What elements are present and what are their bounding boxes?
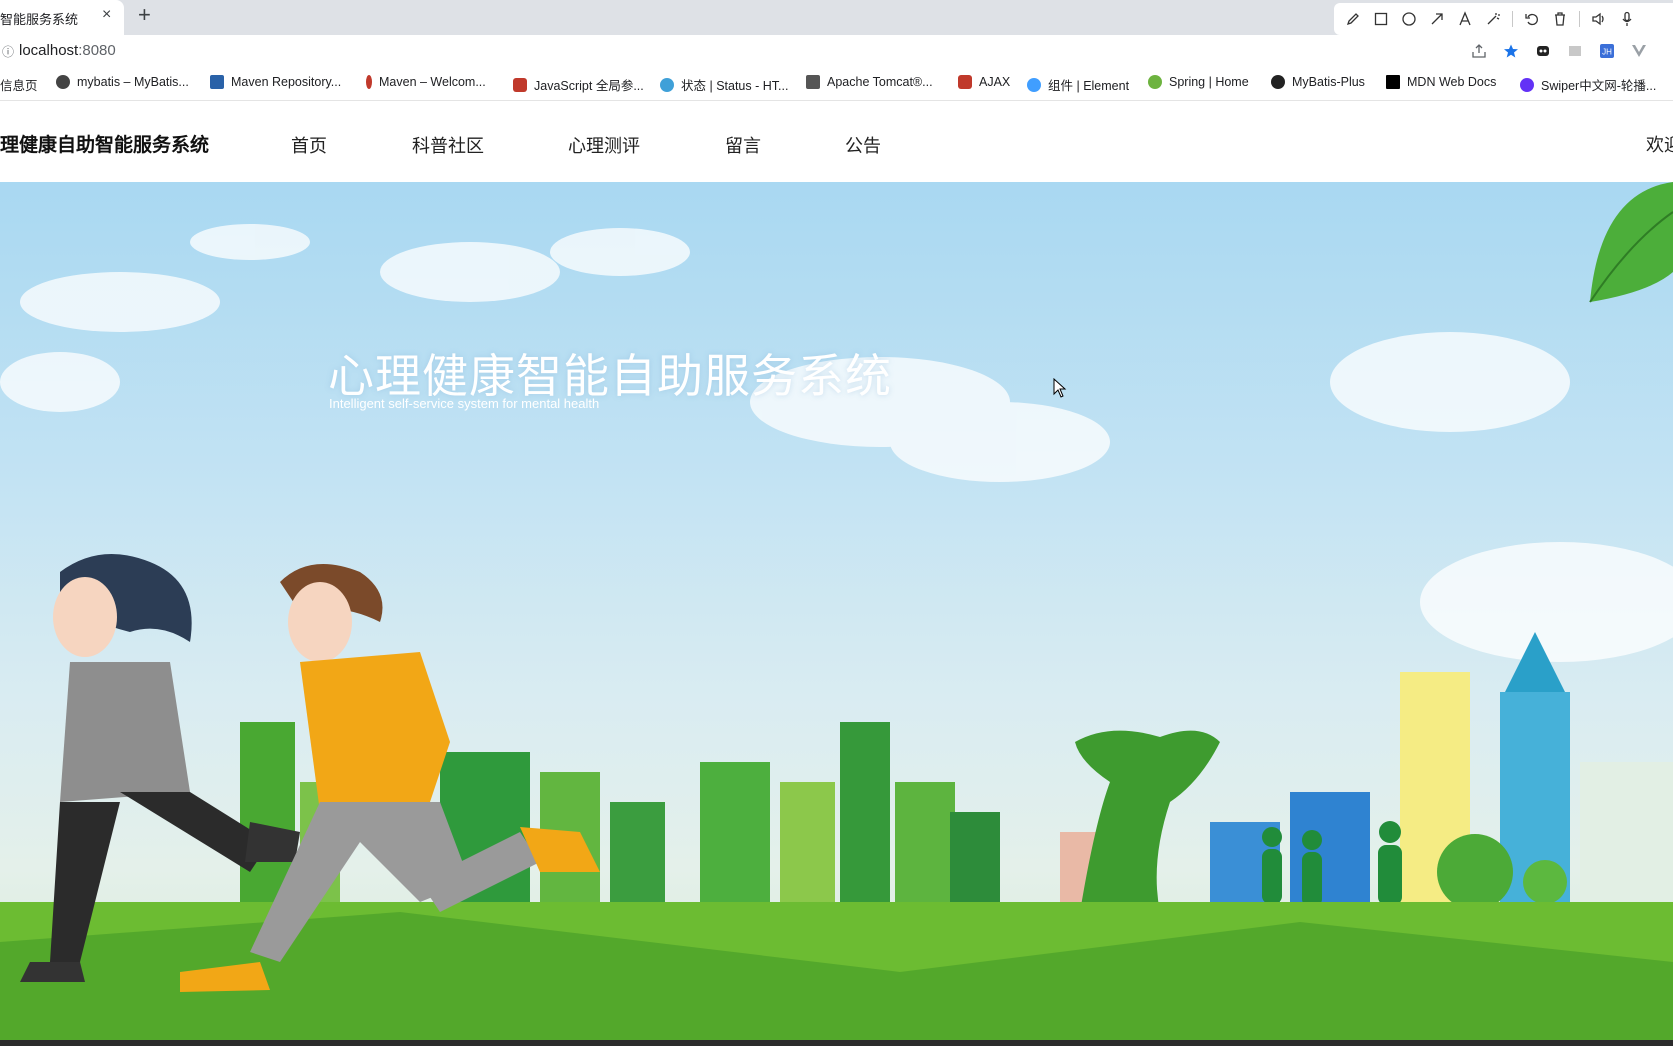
bookmark-item[interactable]: Maven Repository...: [210, 75, 341, 89]
bookmark-item[interactable]: 状态 | Status - HT...: [660, 75, 788, 94]
globe-icon: [56, 75, 70, 89]
bookmark-label: Swiper中文网-轮播...: [1541, 79, 1657, 93]
site-brand[interactable]: 理健康自助智能服务系统: [0, 130, 209, 157]
bookmark-label: MyBatis-Plus: [1292, 75, 1365, 89]
text-icon[interactable]: [1452, 6, 1478, 32]
bookmark-label: Maven Repository...: [231, 75, 342, 89]
reader-icon[interactable]: [1564, 41, 1586, 61]
vue-devtools-icon[interactable]: [1628, 41, 1650, 61]
tab-close-icon[interactable]: ×: [102, 6, 111, 24]
bookmark-item[interactable]: Apache Tomcat®...: [806, 75, 933, 89]
bookmark-label: Spring | Home: [1169, 75, 1249, 89]
undo-icon[interactable]: [1519, 6, 1545, 32]
trash-icon[interactable]: [1547, 6, 1573, 32]
nav-item-announcement[interactable]: 公告: [845, 132, 881, 158]
bookmark-item[interactable]: Maven – Welcom...: [366, 75, 486, 89]
tree: [1437, 834, 1513, 910]
bookmarks-bar: 信息页 mybatis – MyBatis... Maven Repositor…: [0, 67, 1673, 101]
address-bar[interactable]: ⓘ localhost:8080 JH: [0, 35, 1673, 67]
address-bar-actions: JH: [1468, 41, 1650, 61]
bookmark-label: JavaScript 全局参...: [534, 79, 644, 93]
speaker-icon[interactable]: [1586, 6, 1612, 32]
element-icon: [1027, 77, 1041, 92]
mdn-icon: [1386, 75, 1400, 89]
rectangle-icon[interactable]: [1368, 6, 1394, 32]
site-header: 理健康自助智能服务系统 首页 科普社区 心理测评 留言 公告 欢迎: [0, 101, 1673, 182]
new-tab-button[interactable]: +: [138, 2, 151, 28]
bookmark-item[interactable]: Spring | Home: [1148, 75, 1249, 89]
tree: [1523, 860, 1567, 904]
mouse-cursor-icon: [1053, 378, 1067, 398]
tab-title: 智能服务系统: [0, 12, 79, 27]
bookmark-label: Maven – Welcom...: [379, 75, 486, 89]
maven-icon: [210, 75, 224, 89]
bookmark-label: MDN Web Docs: [1407, 75, 1497, 89]
toolbar-divider: [1579, 11, 1580, 27]
bookmark-label: 状态 | Status - HT...: [681, 79, 789, 93]
tomcat-icon: [806, 75, 820, 89]
microphone-icon[interactable]: [1614, 6, 1640, 32]
annotation-toolbar: [1334, 3, 1673, 35]
url-port: :8080: [78, 42, 116, 59]
pencil-icon[interactable]: [1340, 6, 1366, 32]
nav-item-psych-assessment[interactable]: 心理测评: [568, 132, 640, 158]
browser-tab-strip: 智能服务系统 × +: [0, 0, 1673, 35]
nav-item-message[interactable]: 留言: [725, 132, 761, 158]
topiary-statue: [1075, 730, 1220, 912]
extension-icon[interactable]: [1532, 41, 1554, 61]
jh-extension-icon[interactable]: JH: [1596, 41, 1618, 61]
share-icon[interactable]: [1468, 41, 1490, 61]
bookmark-item[interactable]: Swiper中文网-轮播...: [1520, 75, 1656, 94]
star-icon[interactable]: [1500, 41, 1522, 61]
hero-illustration: [0, 182, 1673, 1040]
site-info-icon[interactable]: ⓘ: [2, 43, 14, 60]
svg-text:JH: JH: [1602, 48, 1612, 57]
magic-wand-icon[interactable]: [1480, 6, 1506, 32]
runoob-icon: [958, 75, 972, 89]
feather-icon: [366, 75, 372, 89]
url-text[interactable]: localhost:8080: [19, 42, 116, 59]
bookmark-item[interactable]: MyBatis-Plus: [1271, 75, 1365, 89]
bookmark-item[interactable]: AJAX: [958, 75, 1010, 89]
arrow-icon[interactable]: [1424, 6, 1450, 32]
bookmark-label: mybatis – MyBatis...: [77, 75, 189, 89]
bookmark-item[interactable]: 信息页: [0, 75, 38, 94]
toolbar-divider: [1512, 11, 1513, 27]
bookmark-label: Apache Tomcat®...: [827, 75, 933, 89]
cloud-icon: [660, 77, 674, 92]
circle-icon[interactable]: [1396, 6, 1422, 32]
bookmark-label: 组件 | Element: [1048, 79, 1130, 93]
clouds: [0, 224, 1673, 662]
hero-subtitle: Intelligent self-service system for ment…: [329, 396, 600, 411]
spring-leaf-icon: [1148, 75, 1162, 89]
bottom-edge: [0, 1040, 1673, 1046]
bookmark-item[interactable]: MDN Web Docs: [1386, 75, 1496, 89]
hero-banner: 心理健康智能自助服务系统 Intelligent self-service sy…: [0, 182, 1673, 1040]
welcome-text: 欢迎: [1646, 135, 1673, 155]
runoob-icon: [513, 77, 527, 92]
bookmark-item[interactable]: mybatis – MyBatis...: [56, 75, 189, 89]
bookmark-label: 信息页: [0, 79, 38, 93]
bird-icon: [1271, 75, 1285, 89]
swiper-icon: [1520, 77, 1534, 92]
nav-item-home[interactable]: 首页: [291, 132, 327, 158]
url-host: localhost: [19, 42, 79, 59]
nav-item-science-community[interactable]: 科普社区: [412, 132, 484, 158]
bookmark-item[interactable]: 组件 | Element: [1027, 75, 1129, 94]
browser-tab[interactable]: 智能服务系统 ×: [0, 0, 124, 35]
bookmark-item[interactable]: JavaScript 全局参...: [513, 75, 644, 94]
bookmark-label: AJAX: [979, 75, 1011, 89]
